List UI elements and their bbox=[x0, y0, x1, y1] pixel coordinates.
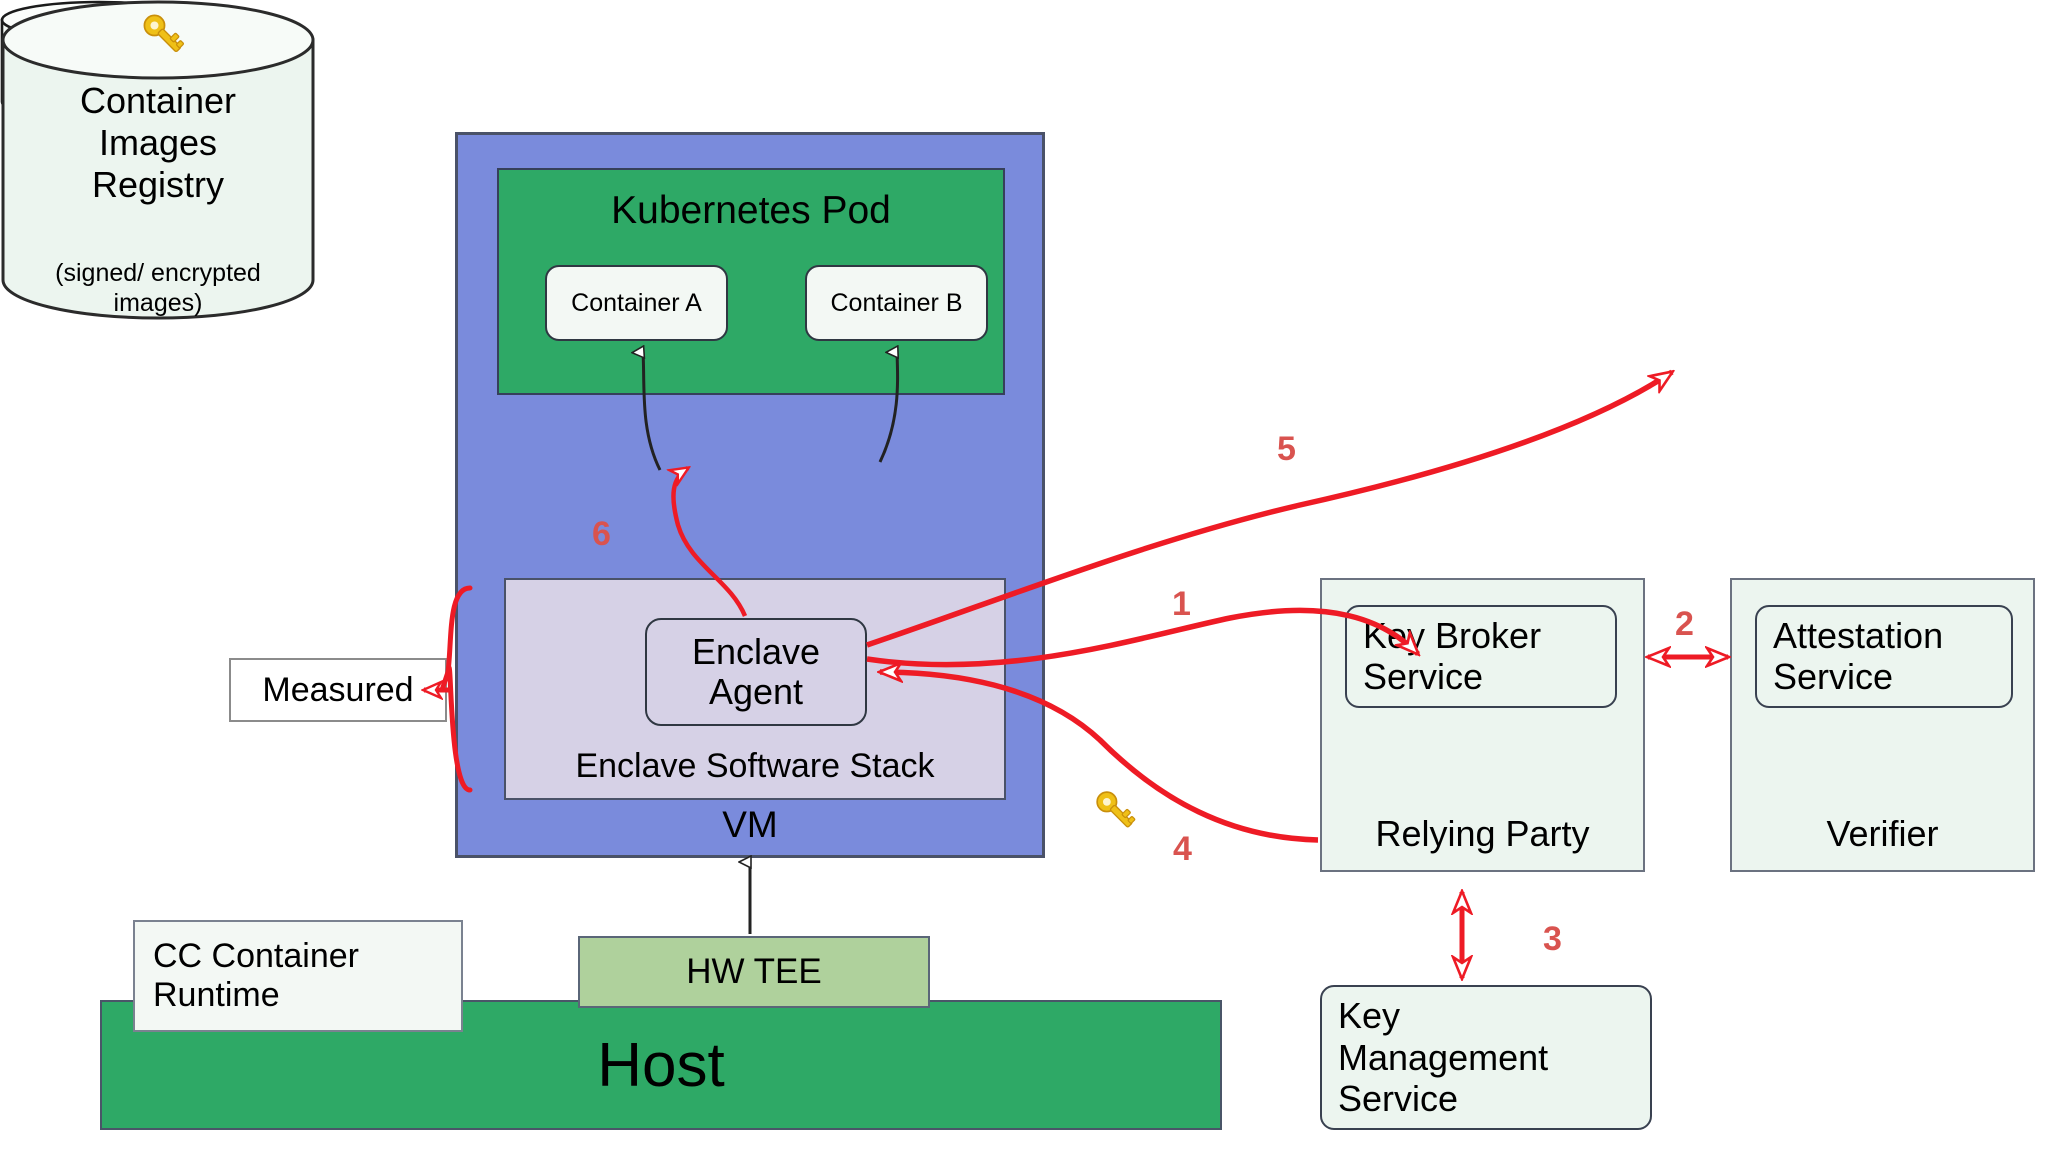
edge-label-5: 5 bbox=[1277, 430, 1296, 468]
registry-line1: Container bbox=[79, 80, 237, 121]
key-icon bbox=[1096, 791, 1136, 828]
registry-sub1: (signed/ encrypted bbox=[55, 259, 261, 287]
cc-runtime-line2: Runtime bbox=[153, 976, 280, 1014]
attestation-line2: Service bbox=[1773, 655, 1894, 697]
attestation-service-box: Attestation Service bbox=[1755, 605, 2013, 708]
hw-tee-box: HW TEE bbox=[578, 936, 930, 1008]
attestation-line1: Attestation bbox=[1773, 614, 1944, 656]
diagram-canvas: Host HW TEE CC Container Runtime VM Kube… bbox=[0, 0, 2066, 1161]
registry-line2: Images bbox=[98, 122, 218, 164]
measured-label-box: Measured bbox=[229, 658, 447, 722]
registry-sub2: images) bbox=[113, 289, 203, 317]
edge-label-1: 1 bbox=[1172, 585, 1191, 623]
cc-container-runtime-box: CC Container Runtime bbox=[133, 920, 463, 1032]
container-a-box: Container A bbox=[545, 265, 728, 341]
cc-runtime-line1: CC Container bbox=[153, 936, 359, 975]
registry-subtitle: (signed/ encrypted images) bbox=[18, 258, 298, 318]
edge-label-6: 6 bbox=[592, 515, 611, 553]
enclave-agent-line1: Enclave bbox=[691, 630, 821, 672]
registry-title: Container Images Registry bbox=[18, 80, 298, 206]
edge-label-4: 4 bbox=[1173, 830, 1192, 868]
registry-line3: Registry bbox=[91, 164, 225, 206]
key-broker-service-box: Key Broker Service bbox=[1345, 605, 1617, 708]
container-images-registry-cylinder: Container Images Registry (signed/ encry… bbox=[0, 0, 316, 442]
edge-label-3: 3 bbox=[1543, 920, 1562, 958]
key-management-service-box: Key Management Service bbox=[1320, 985, 1652, 1130]
enclave-agent-box: Enclave Agent bbox=[645, 618, 867, 726]
kms-line1: Key bbox=[1338, 994, 1401, 1036]
key-broker-line2: Service bbox=[1363, 655, 1484, 697]
enclave-agent-line2: Agent bbox=[708, 671, 804, 712]
key-icon bbox=[143, 14, 184, 53]
key-broker-line1: Key Broker bbox=[1363, 614, 1542, 656]
container-b-box: Container B bbox=[805, 265, 988, 341]
edge-label-2: 2 bbox=[1675, 605, 1694, 643]
kms-line2: Management bbox=[1338, 1036, 1549, 1078]
kms-line3: Service bbox=[1338, 1078, 1459, 1120]
